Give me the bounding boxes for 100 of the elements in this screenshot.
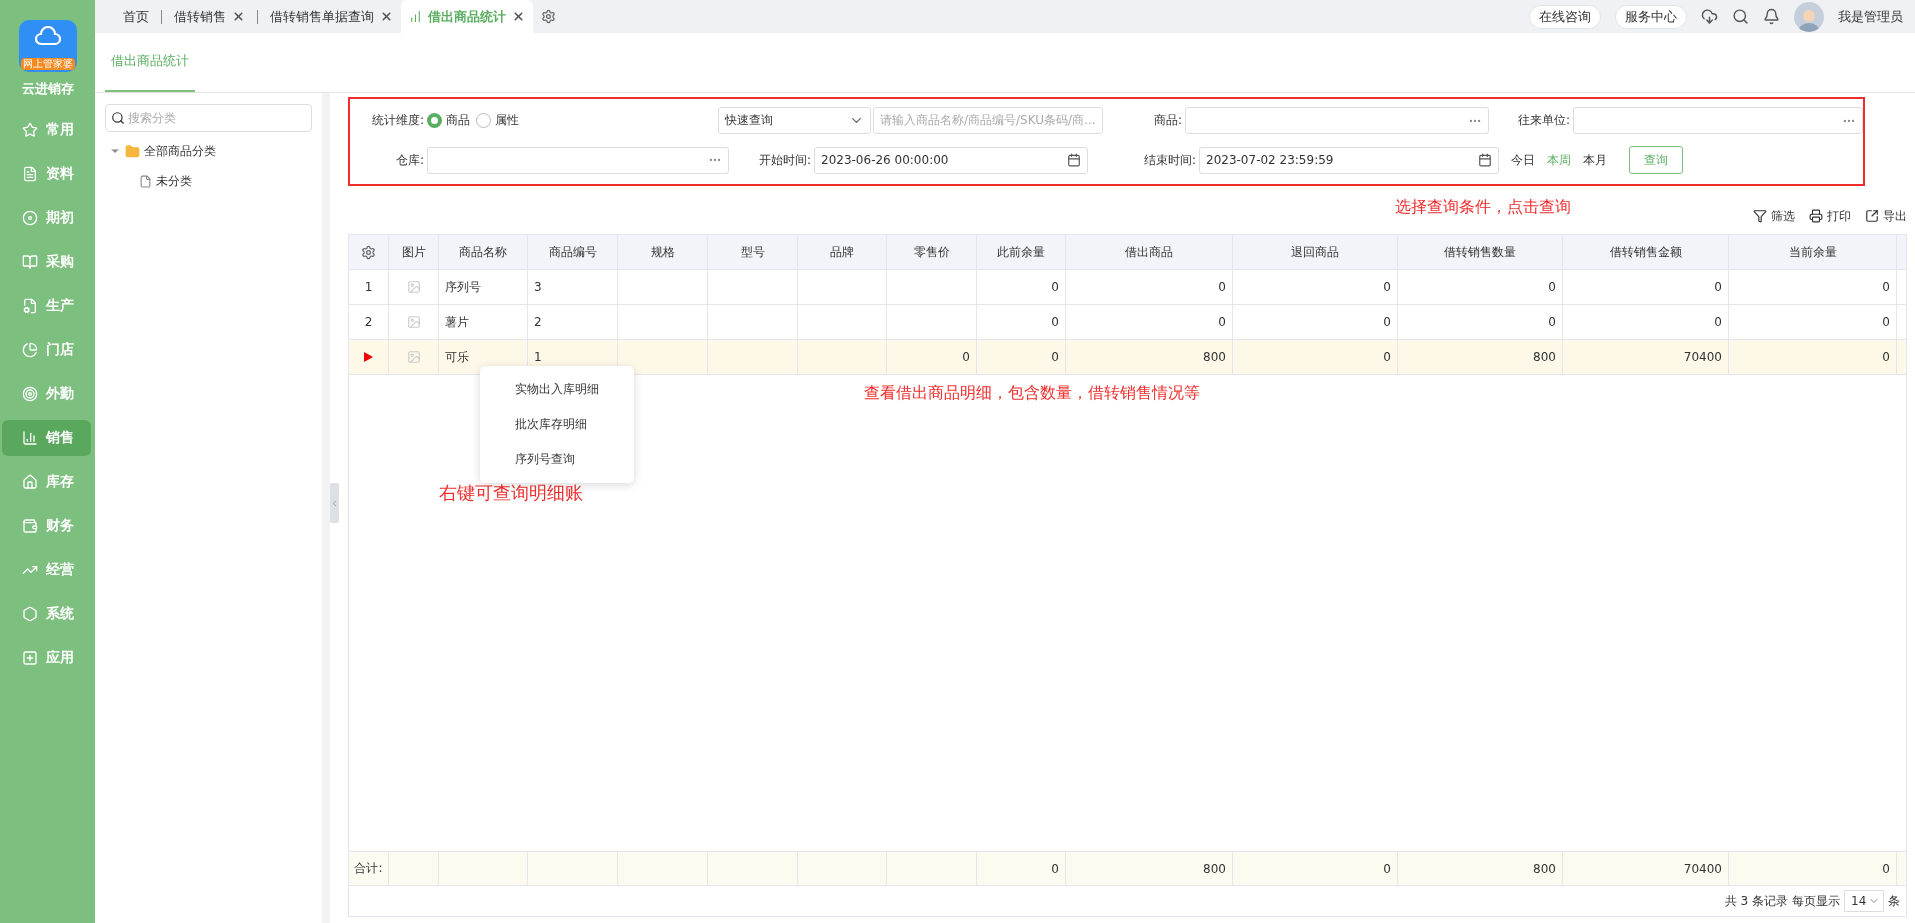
toolbar-button[interactable]: 筛选 [1753, 207, 1795, 225]
filter-icon [1753, 209, 1767, 223]
table-cell: 0 [1548, 280, 1556, 294]
tab[interactable]: 首页 [115, 0, 157, 33]
image-placeholder-icon [406, 280, 421, 294]
field-label: 统计维度: [370, 112, 425, 129]
header-button[interactable]: 在线咨询 [1529, 4, 1601, 29]
column-header: 商品名称 [439, 235, 528, 269]
print-icon [1809, 209, 1823, 223]
settings-icon[interactable] [541, 9, 556, 24]
radio-label: 属性 [495, 112, 519, 129]
chart-icon [409, 10, 422, 23]
table-cell: 0 [1383, 861, 1391, 876]
logo-badge: 网上管家婆 [20, 58, 75, 70]
table-cell: 70400 [1683, 861, 1722, 876]
avatar[interactable] [1794, 1, 1824, 32]
tree-item[interactable]: 未分类 [156, 172, 192, 190]
calendar-icon[interactable] [1067, 153, 1081, 167]
calendar-icon[interactable] [1478, 153, 1492, 167]
search-icon[interactable] [1732, 8, 1749, 25]
field-label: 开始时间: [757, 151, 812, 169]
select-field[interactable]: 快速查询 [718, 107, 871, 134]
close-icon[interactable] [512, 10, 525, 23]
table-cell: 3 [534, 280, 542, 294]
column-header: 商品编号 [528, 235, 618, 269]
table-cell: 0 [1882, 280, 1890, 294]
bell-icon[interactable] [1763, 8, 1780, 25]
cloud-download-icon[interactable] [1701, 8, 1718, 25]
annotation-text: 选择查询条件，点击查询 [1395, 197, 1571, 218]
date-field[interactable]: 2023-07-02 23:59:59 [1199, 146, 1499, 174]
settings-icon[interactable] [361, 244, 376, 260]
nav-icon [22, 122, 38, 138]
user-name[interactable]: 我是管理员 [1838, 7, 1903, 26]
column-header: 图片 [389, 235, 439, 269]
toolbar-button[interactable]: 导出 [1865, 207, 1907, 225]
radio-button[interactable] [427, 113, 442, 128]
table-cell: 0 [1051, 350, 1059, 364]
table-cell: 70400 [1683, 350, 1722, 364]
row-number: 2 [364, 315, 373, 329]
table-cell: 序列号 [445, 278, 481, 296]
table-cell: 2 [534, 315, 542, 329]
table-row[interactable]: 2 薯片 2 0 0 0 0 0 0 [349, 305, 1906, 340]
field-label: 商品: [1152, 112, 1183, 129]
column-header: 品牌 [798, 235, 887, 269]
totals-label: 合计: [354, 860, 383, 877]
menu-item[interactable]: 序列号查询 [480, 442, 634, 477]
table-cell: 0 [1051, 280, 1059, 294]
tree-item[interactable]: 全部商品分类 [144, 142, 216, 160]
nav-icon [22, 386, 38, 402]
column-header: 此前余量 [977, 235, 1066, 269]
date-range-link[interactable]: 今日 [1511, 151, 1535, 169]
image-placeholder-icon [406, 315, 421, 329]
page-size-label: 每页显示 [1792, 892, 1840, 910]
tab[interactable]: 借转销售单据查询 [262, 0, 401, 33]
cloud-icon [34, 26, 61, 48]
menu-item[interactable]: 实物出入库明细 [480, 372, 634, 407]
date-range-link[interactable]: 本月 [1583, 151, 1607, 169]
column-header: 借转销售金额 [1563, 235, 1729, 269]
radio-label: 商品 [446, 112, 470, 129]
menu-item[interactable]: 批次库存明细 [480, 407, 634, 442]
close-icon[interactable] [232, 10, 245, 23]
nav-icon [22, 650, 38, 666]
table-cell: 可乐 [445, 348, 469, 366]
chevron-left-icon [330, 498, 339, 508]
page-size-select[interactable]: 14 [1844, 890, 1884, 912]
column-header: 借出商品 [1066, 235, 1233, 269]
table-cell: 0 [1882, 350, 1890, 364]
annotation-text: 查看借出商品明细，包含数量，借转销售情况等 [864, 383, 1200, 404]
table-cell: 800 [1533, 350, 1556, 364]
column-header: 当前余量 [1729, 235, 1897, 269]
nav-icon [22, 606, 38, 622]
nav-icon [22, 254, 38, 270]
field-label: 往来单位: [1516, 112, 1571, 129]
table-row[interactable]: 1 序列号 3 0 0 0 0 0 0 [349, 270, 1906, 305]
table-cell: 0 [1383, 315, 1391, 329]
table-row[interactable]: 可乐 1 0 0 800 0 800 70400 0 [349, 340, 1906, 375]
file-icon [139, 174, 152, 188]
table-cell: 0 [1882, 315, 1890, 329]
radio-button[interactable] [476, 113, 491, 128]
table-cell: 0 [1218, 280, 1226, 294]
table-cell: 0 [1218, 315, 1226, 329]
search-icon [111, 111, 125, 125]
table-cell: 800 [1203, 350, 1226, 364]
close-icon[interactable] [380, 10, 393, 23]
date-field[interactable]: 2023-06-26 00:00:00 [814, 146, 1088, 174]
table-cell: 0 [1051, 861, 1059, 876]
column-header: 规格 [618, 235, 708, 269]
column-header: 型号 [708, 235, 798, 269]
toolbar-button[interactable]: 打印 [1809, 207, 1851, 225]
input-field[interactable] [1185, 107, 1489, 134]
collapse-handle[interactable] [330, 483, 339, 523]
app-name: 云进销存 [20, 80, 75, 98]
table-cell: 0 [1383, 280, 1391, 294]
header-button[interactable]: 服务中心 [1615, 4, 1687, 29]
input-field[interactable] [1573, 107, 1863, 134]
input-field[interactable] [427, 146, 729, 174]
table-cell: 800 [1203, 861, 1226, 876]
table-cell: 薯片 [445, 313, 469, 331]
tab[interactable]: 借转销售 [166, 0, 253, 33]
nav-icon [22, 430, 38, 446]
